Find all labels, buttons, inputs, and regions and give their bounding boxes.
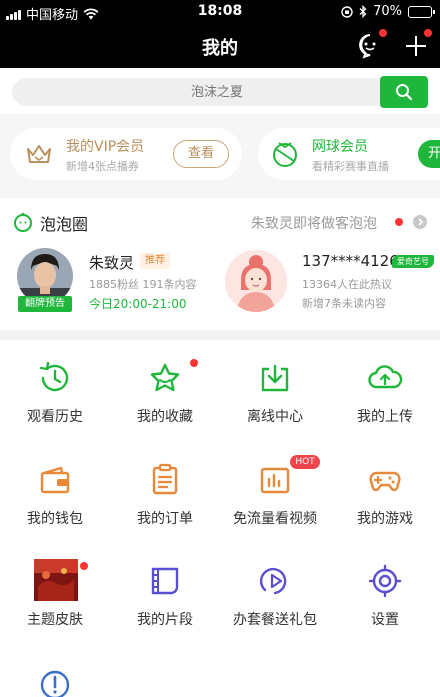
- search-bar: [0, 68, 440, 114]
- user-discussion: 13364人在此热议: [302, 278, 392, 291]
- tennis-icon: [273, 142, 297, 167]
- battery-icon: [408, 5, 435, 18]
- menu-label: 我的收藏: [137, 409, 193, 425]
- preview-tag: 翻牌预告: [18, 296, 72, 312]
- star-live-time: 今日20:00-21:00: [89, 297, 187, 311]
- menu-settings[interactable]: 设置: [330, 543, 440, 643]
- tennis-open-button[interactable]: 开: [418, 140, 440, 168]
- status-bar: 中国移动 18:08 70%: [0, 0, 440, 24]
- star-icon: [150, 363, 180, 392]
- vip-card[interactable]: 我的VIP会员 新增4张点播券 查看: [10, 128, 242, 180]
- menu-label: 我的上传: [357, 409, 413, 425]
- iqiyi-account-badge: 爱奇艺号: [392, 255, 434, 268]
- search-input[interactable]: [12, 78, 382, 106]
- plus-icon[interactable]: [404, 34, 428, 58]
- menu-my-favorites[interactable]: 我的收藏: [110, 340, 220, 440]
- data-free-icon: [260, 467, 290, 494]
- menu-watch-history[interactable]: 观看历史: [0, 340, 110, 440]
- tennis-subtitle: 看精彩赛事直播: [312, 160, 389, 173]
- hint-unread-dot: [395, 218, 403, 226]
- hot-badge: HOT: [290, 455, 320, 469]
- vip-view-button[interactable]: 查看: [173, 140, 229, 168]
- menu-label: 主题皮肤: [27, 612, 83, 628]
- menu-theme-skin[interactable]: 主题皮肤: [0, 543, 110, 643]
- message-unread-dot: [379, 29, 387, 37]
- menu-label: 观看历史: [27, 409, 83, 425]
- star-name[interactable]: 朱致灵: [89, 252, 134, 273]
- nav-bar: 我的: [0, 24, 440, 68]
- theme-icon: [34, 559, 78, 601]
- tennis-title: 网球会员: [312, 139, 368, 155]
- section-divider: [0, 330, 440, 340]
- menu-label: 离线中心: [247, 409, 303, 425]
- star-stats: 1885粉丝 191条内容: [89, 278, 197, 291]
- history-clock-icon: [39, 361, 69, 392]
- vip-subtitle: 新增4张点播券: [66, 160, 139, 173]
- favorites-unread-dot: [190, 359, 198, 367]
- bubble-circle-title: 泡泡圈: [40, 215, 89, 234]
- bubble-circle-hint[interactable]: 朱致灵即将做客泡泡: [251, 213, 377, 233]
- avatar[interactable]: [225, 250, 287, 312]
- member-cards: 我的VIP会员 新增4张点播券 查看 网球会员 看精彩赛事直播 开: [0, 114, 440, 198]
- menu-label: 我的片段: [137, 612, 193, 628]
- menu-label: 我的钱包: [27, 511, 83, 527]
- menu-my-uploads[interactable]: 我的上传: [330, 340, 440, 440]
- vip-title: 我的VIP会员: [66, 139, 145, 155]
- tennis-card[interactable]: 网球会员 看精彩赛事直播 开: [258, 128, 440, 180]
- theme-unread-dot: [80, 562, 88, 570]
- battery-percent: 70%: [373, 4, 402, 19]
- menu-my-clips[interactable]: 我的片段: [110, 543, 220, 643]
- menu-label: 免流量看视频: [233, 511, 317, 527]
- menu-label: 设置: [371, 612, 399, 628]
- bubble-circle-section: 泡泡圈 朱致灵即将做客泡泡 翻牌预告 朱致灵 推荐 1885粉丝 191条内容 …: [0, 198, 440, 330]
- cloud-upload-icon: [368, 365, 403, 389]
- film-clip-icon: [151, 567, 179, 595]
- crown-icon: [27, 145, 51, 163]
- user-unread: 新增7条未读内容: [302, 297, 386, 310]
- settings-icon: [368, 564, 402, 598]
- search-button[interactable]: [380, 76, 428, 108]
- play-circle-icon: [259, 567, 287, 595]
- menu-label: 办套餐送礼包: [233, 612, 317, 628]
- menu-feedback[interactable]: [0, 645, 110, 697]
- search-icon: [396, 84, 413, 101]
- bluetooth-icon: [359, 5, 367, 18]
- recommend-badge: 推荐: [140, 253, 170, 269]
- gamepad-icon: [369, 471, 401, 492]
- bubble-circle-icon: [14, 212, 32, 232]
- status-right: 70%: [341, 4, 435, 19]
- menu-my-games[interactable]: 我的游戏: [330, 442, 440, 542]
- menu-package-gift[interactable]: 办套餐送礼包: [220, 543, 330, 643]
- download-icon: [261, 364, 289, 392]
- menu-label: 我的订单: [137, 511, 193, 527]
- menu-label: 我的游戏: [357, 511, 413, 527]
- feedback-icon: [40, 670, 70, 697]
- wallet-icon: [40, 466, 70, 494]
- chevron-right-icon[interactable]: [413, 215, 427, 229]
- menu-my-wallet[interactable]: 我的钱包: [0, 442, 110, 542]
- menu-offline-center[interactable]: 离线中心: [220, 340, 330, 440]
- menu-my-orders[interactable]: 我的订单: [110, 442, 220, 542]
- orientation-lock-icon: [341, 5, 353, 18]
- user-name[interactable]: 137****4126: [302, 252, 399, 270]
- order-icon: [152, 463, 178, 495]
- plus-unread-dot: [424, 29, 432, 37]
